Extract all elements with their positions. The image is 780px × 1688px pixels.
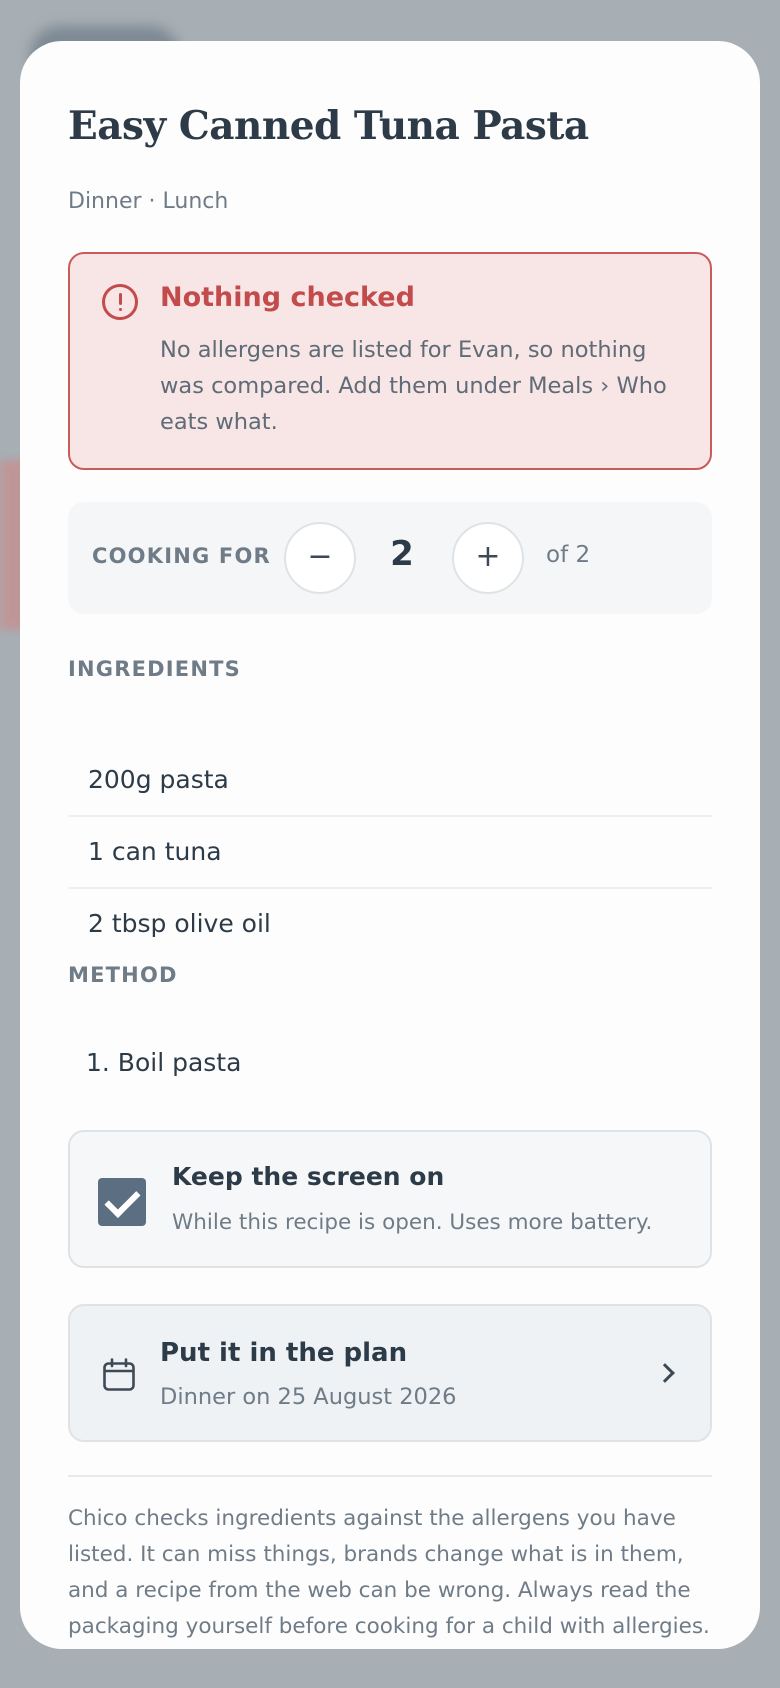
recipe-title: Easy Canned Tuna Pasta [68,103,589,149]
allergen-alert: Nothing checked No allergens are listed … [68,252,712,470]
ingredient-text: 2 tbsp olive oil [88,909,271,938]
alert-circle-icon [102,284,138,320]
servings-label: COOKING FOR [92,544,271,568]
list-item: 1 can tuna [68,817,712,889]
calendar-icon [103,1358,135,1391]
divider [68,1475,712,1477]
plan-subtitle: Dinner on 25 August 2026 [160,1384,457,1410]
list-item: 200g pasta [68,745,712,817]
method-step: 1. Boil pasta [86,1048,242,1077]
ingredient-text: 1 can tuna [88,837,222,866]
list-item: 2 tbsp olive oil [68,889,712,961]
recipe-sheet: Easy Canned Tuna Pasta Dinner · Lunch No… [20,41,760,1649]
servings-control: COOKING FOR − 2 + of 2 [68,502,712,614]
keep-screen-on-option[interactable]: Keep the screen on While this recipe is … [68,1130,712,1268]
alert-title: Nothing checked [160,282,415,313]
servings-value: 2 [390,534,414,574]
plan-title: Put it in the plan [160,1338,408,1368]
ingredient-text: 200g pasta [88,765,229,794]
allergen-disclaimer: Chico checks ingredients against the all… [68,1506,710,1639]
method-heading: METHOD [68,963,178,987]
keep-screen-on-checkbox[interactable] [98,1178,146,1226]
ingredients-heading: INGREDIENTS [68,657,241,681]
chevron-right-icon [655,1363,675,1383]
increase-servings-button[interactable]: + [452,522,524,594]
servings-max: of 2 [546,542,591,568]
keep-screen-subtitle: While this recipe is open. Uses more bat… [172,1210,653,1235]
alert-body: No allergens are listed for Evan, so not… [160,337,667,435]
keep-screen-title: Keep the screen on [172,1162,445,1191]
recipe-categories: Dinner · Lunch [68,189,229,214]
add-to-plan-button[interactable]: Put it in the plan Dinner on 25 August 2… [68,1304,712,1442]
decrease-servings-button[interactable]: − [284,522,356,594]
